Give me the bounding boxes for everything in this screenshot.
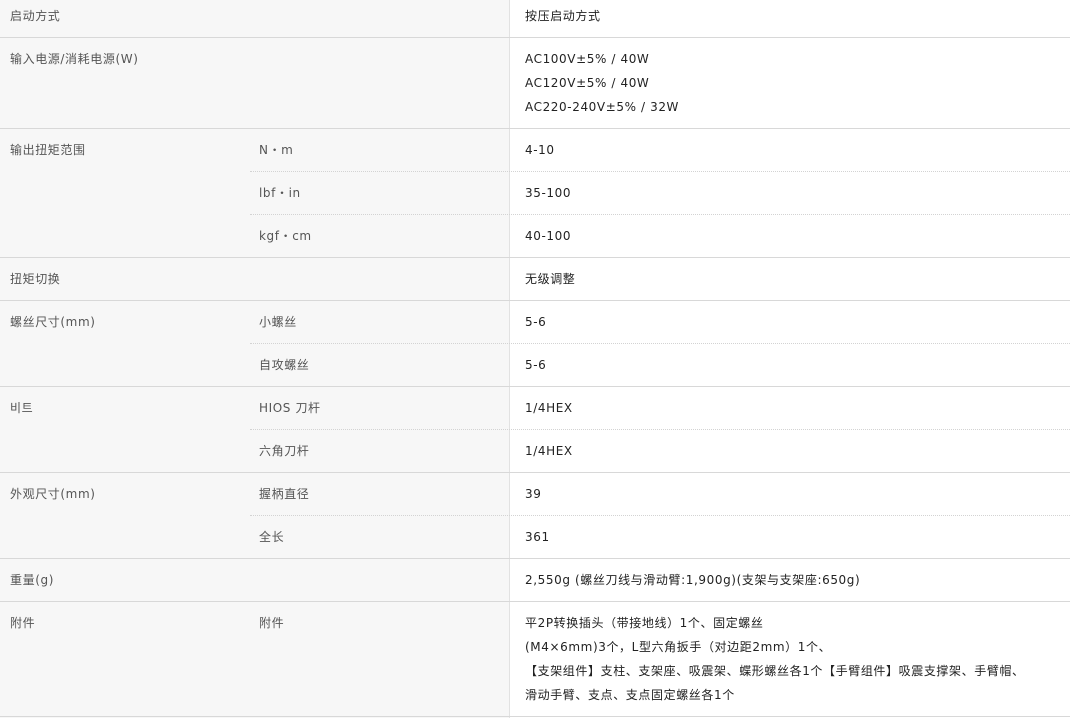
row-divider bbox=[0, 386, 1070, 387]
value-torque-lbf-in: 35-100 bbox=[525, 186, 572, 200]
row-label-accessories: 附件 bbox=[10, 616, 36, 630]
row-divider bbox=[0, 472, 1070, 473]
value-hios-shank: 1/4HEX bbox=[525, 401, 573, 415]
row-divider bbox=[0, 601, 1070, 602]
power-line: AC220-240V±5% / 32W bbox=[525, 100, 680, 114]
sub-label-nm: N・m bbox=[259, 143, 294, 157]
sub-label-hex-shank: 六角刀杆 bbox=[259, 444, 310, 458]
row-divider bbox=[0, 300, 1070, 301]
sub-label-small-screw: 小螺丝 bbox=[259, 315, 297, 329]
sub-row-divider bbox=[250, 429, 1070, 430]
sub-row-divider bbox=[250, 343, 1070, 344]
row-value-accessories: 平2P转换插头（带接地线）1个、固定螺丝 (M4×6mm)3个，L型六角扳手（对… bbox=[525, 615, 1065, 711]
row-value-power: AC100V±5% / 40W AC120V±5% / 40W AC220-24… bbox=[525, 51, 1065, 123]
row-label-torque-switch: 扭矩切换 bbox=[10, 272, 61, 286]
value-hex-shank: 1/4HEX bbox=[525, 444, 573, 458]
row-divider bbox=[0, 257, 1070, 258]
accessories-line: 【支架组件】支柱、支架座、吸震架、蝶形螺丝各1个【手臂组件】吸震支撑架、手臂帽、 bbox=[525, 664, 1025, 678]
sub-label-hios-shank: HIOS 刀杆 bbox=[259, 401, 321, 415]
column-divider bbox=[509, 0, 510, 718]
row-label-dimensions: 外观尺寸(mm) bbox=[10, 487, 96, 501]
power-line: AC120V±5% / 40W bbox=[525, 76, 650, 90]
accessories-line: 滑动手臂、支点、支点固定螺丝各1个 bbox=[525, 688, 735, 702]
row-label-screw-size: 螺丝尺寸(mm) bbox=[10, 315, 96, 329]
accessories-line: (M4×6mm)3个，L型六角扳手（对边距2mm）1个、 bbox=[525, 640, 832, 654]
label-column-background bbox=[0, 0, 510, 718]
sub-label-accessories: 附件 bbox=[259, 616, 285, 630]
row-label-bit: 비트 bbox=[10, 401, 34, 415]
row-label-torque-range: 输出扭矩范围 bbox=[10, 143, 86, 157]
sub-label-grip-diameter: 握柄直径 bbox=[259, 487, 310, 501]
sub-row-divider bbox=[250, 515, 1070, 516]
row-value-weight: 2,550g (螺丝刀线与滑动臂:1,900g)(支架与支架座:650g) bbox=[525, 573, 861, 587]
row-value-torque-switch: 无级调整 bbox=[525, 272, 576, 286]
value-total-length: 361 bbox=[525, 530, 550, 544]
value-torque-nm: 4-10 bbox=[525, 143, 555, 157]
sub-row-divider bbox=[250, 214, 1070, 215]
row-divider bbox=[0, 37, 1070, 38]
sub-label-tapping-screw: 自攻螺丝 bbox=[259, 358, 310, 372]
accessories-line: 平2P转换插头（带接地线）1个、固定螺丝 bbox=[525, 616, 764, 630]
row-label-start-method: 启动方式 bbox=[10, 9, 61, 23]
spec-table: 启动方式 按压启动方式 输入电源/消耗电源(W) AC100V±5% / 40W… bbox=[0, 0, 1070, 718]
value-tapping-screw: 5-6 bbox=[525, 358, 547, 372]
sub-row-divider bbox=[250, 171, 1070, 172]
row-label-power: 输入电源/消耗电源(W) bbox=[10, 52, 139, 66]
row-divider bbox=[0, 716, 1070, 717]
value-small-screw: 5-6 bbox=[525, 315, 547, 329]
value-grip-diameter: 39 bbox=[525, 487, 542, 501]
power-line: AC100V±5% / 40W bbox=[525, 52, 650, 66]
row-value-start-method: 按压启动方式 bbox=[525, 9, 601, 23]
sub-label-kgf-cm: kgf・cm bbox=[259, 229, 312, 243]
row-divider bbox=[0, 558, 1070, 559]
sub-label-total-length: 全长 bbox=[259, 530, 285, 544]
row-divider bbox=[0, 128, 1070, 129]
value-torque-kgf-cm: 40-100 bbox=[525, 229, 572, 243]
sub-label-lbf-in: lbf・in bbox=[259, 186, 301, 200]
row-label-weight: 重量(g) bbox=[10, 573, 54, 587]
